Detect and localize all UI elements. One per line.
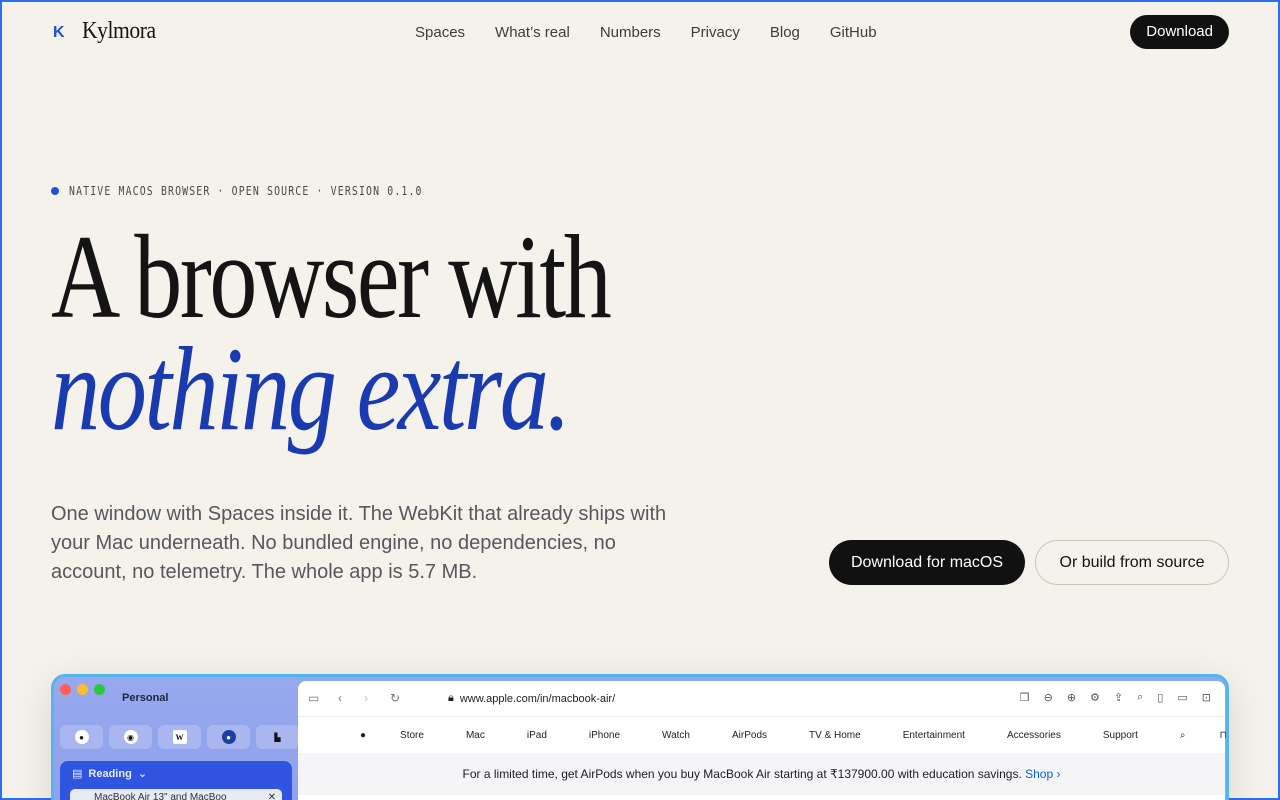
site-nav-store: Store: [400, 729, 424, 741]
address-bar: 🔒︎ www.apple.com/in/macbook-air/: [448, 692, 615, 705]
zoom-out-icon: ⊖: [1043, 692, 1053, 704]
forward-icon: ›: [364, 691, 368, 705]
nav-link-privacy[interactable]: Privacy: [691, 24, 740, 41]
nav-link-spaces[interactable]: Spaces: [415, 24, 465, 41]
nav-link-blog[interactable]: Blog: [770, 24, 800, 41]
site-nav-support: Support: [1102, 729, 1138, 741]
reload-icon: ↻: [390, 691, 401, 705]
site-nav-accessories: Accessories: [1006, 729, 1061, 741]
stack-icon: ▤: [72, 768, 83, 780]
build-from-source-button[interactable]: Or build from source: [1035, 540, 1229, 585]
search-icon: ⌕: [1179, 729, 1186, 741]
reading-folder: ▤ Reading ⌄ MacBook Air 13" and MacBoo ✕: [60, 761, 292, 800]
eyebrow-text: NATIVE MACOS BROWSER · OPEN SOURCE · VER…: [69, 184, 423, 198]
tab-title: MacBook Air 13" and MacBoo: [94, 792, 227, 800]
favorites-row: ● ◉ W ● ▙: [60, 725, 299, 749]
accent-dot-icon: [51, 187, 59, 195]
reader-icon: ⊡: [1201, 692, 1211, 704]
banner-shop-link: Shop ›: [1025, 767, 1061, 781]
eyebrow: NATIVE MACOS BROWSER · OPEN SOURCE · VER…: [51, 184, 500, 198]
site-nav: ● Store Mac iPad iPhone Watch AirPods TV…: [298, 717, 1228, 753]
headline-line-2: nothing extra.: [51, 322, 571, 455]
lock-icon: 🔒︎: [448, 692, 454, 704]
site-nav-mac: Mac: [465, 729, 485, 741]
download-macos-button[interactable]: Download for macOS: [829, 540, 1025, 585]
nasa-icon: ●: [207, 725, 250, 749]
close-dot-icon: [60, 684, 71, 695]
site-nav-entertainment: Entertainment: [902, 729, 965, 741]
folder-tab-item: MacBook Air 13" and MacBoo ✕: [70, 789, 282, 800]
nav-link-github[interactable]: GitHub: [830, 24, 877, 41]
wikipedia-icon: W: [158, 725, 201, 749]
preview-sidebar: Personal ● ◉ W ● ▙ ▤ Reading ⌄ MacBook A…: [54, 677, 299, 800]
site-nav-iphone: iPhone: [588, 729, 621, 741]
window-icon: ▭: [1177, 692, 1188, 704]
site-nav-watch: Watch: [662, 729, 690, 741]
preview-webview: ▭ ‹ › ↻ 🔒︎ www.apple.com/in/macbook-air/…: [298, 681, 1228, 800]
site-nav-airpods: AirPods: [731, 729, 767, 741]
sidebar-toggle-icon: ▭: [308, 691, 320, 705]
banner-text: For a limited time, get AirPods when you…: [462, 767, 1022, 781]
promo-banner: For a limited time, get AirPods when you…: [298, 753, 1225, 795]
nav-links: Spaces What’s real Numbers Privacy Blog …: [415, 24, 877, 41]
browser-toolbar: ▭ ‹ › ↻ 🔒︎ www.apple.com/in/macbook-air/…: [298, 681, 1225, 717]
zoom-dot-icon: [94, 684, 105, 695]
zoom-in-icon: ⊕: [1066, 692, 1077, 704]
close-icon: ✕: [267, 792, 276, 800]
window-controls: [60, 684, 105, 695]
back-icon: ‹: [338, 691, 342, 705]
apple-icon: ●: [60, 725, 103, 749]
gear-icon: ⚙: [1090, 692, 1100, 704]
minimize-dot-icon: [77, 684, 88, 695]
bag-icon: ⊓: [1219, 729, 1228, 741]
brand-name[interactable]: Kylmora: [82, 18, 156, 45]
clipboard-icon: ❐: [1019, 692, 1030, 704]
app-preview: Personal ● ◉ W ● ▙ ▤ Reading ⌄ MacBook A…: [51, 674, 1229, 800]
url-text: www.apple.com/in/macbook-air/: [459, 692, 616, 705]
site-nav-ipad: iPad: [526, 729, 547, 741]
nav-link-whats-real[interactable]: What’s real: [495, 24, 570, 41]
top-nav: K Kylmora Spaces What’s real Numbers Pri…: [2, 2, 1278, 64]
github-icon: ◉: [109, 725, 152, 749]
nav-link-numbers[interactable]: Numbers: [600, 24, 661, 41]
bookmark-icon: ▯: [1157, 692, 1164, 704]
apple-logo-icon: ●: [360, 729, 367, 741]
app-icon: ▙: [256, 725, 299, 749]
nav-download-button[interactable]: Download: [1130, 15, 1229, 49]
toolbar-actions: ❐ ⊖ ⊕ ⚙ ⇪ ⌕ ▯ ▭ ⊡: [1020, 691, 1211, 704]
folder-label: ▤ Reading ⌄: [72, 767, 148, 781]
hero-description: One window with Spaces inside it. The We…: [51, 503, 667, 583]
site-nav-tv-home: TV & Home: [809, 729, 861, 741]
share-icon: ⇪: [1113, 692, 1124, 704]
chevron-down-icon: ⌄: [137, 768, 148, 780]
logo-icon[interactable]: K: [53, 24, 69, 42]
search-icon: ⌕: [1137, 691, 1144, 703]
space-title: Personal: [122, 692, 169, 704]
folder-name: Reading: [88, 767, 132, 780]
